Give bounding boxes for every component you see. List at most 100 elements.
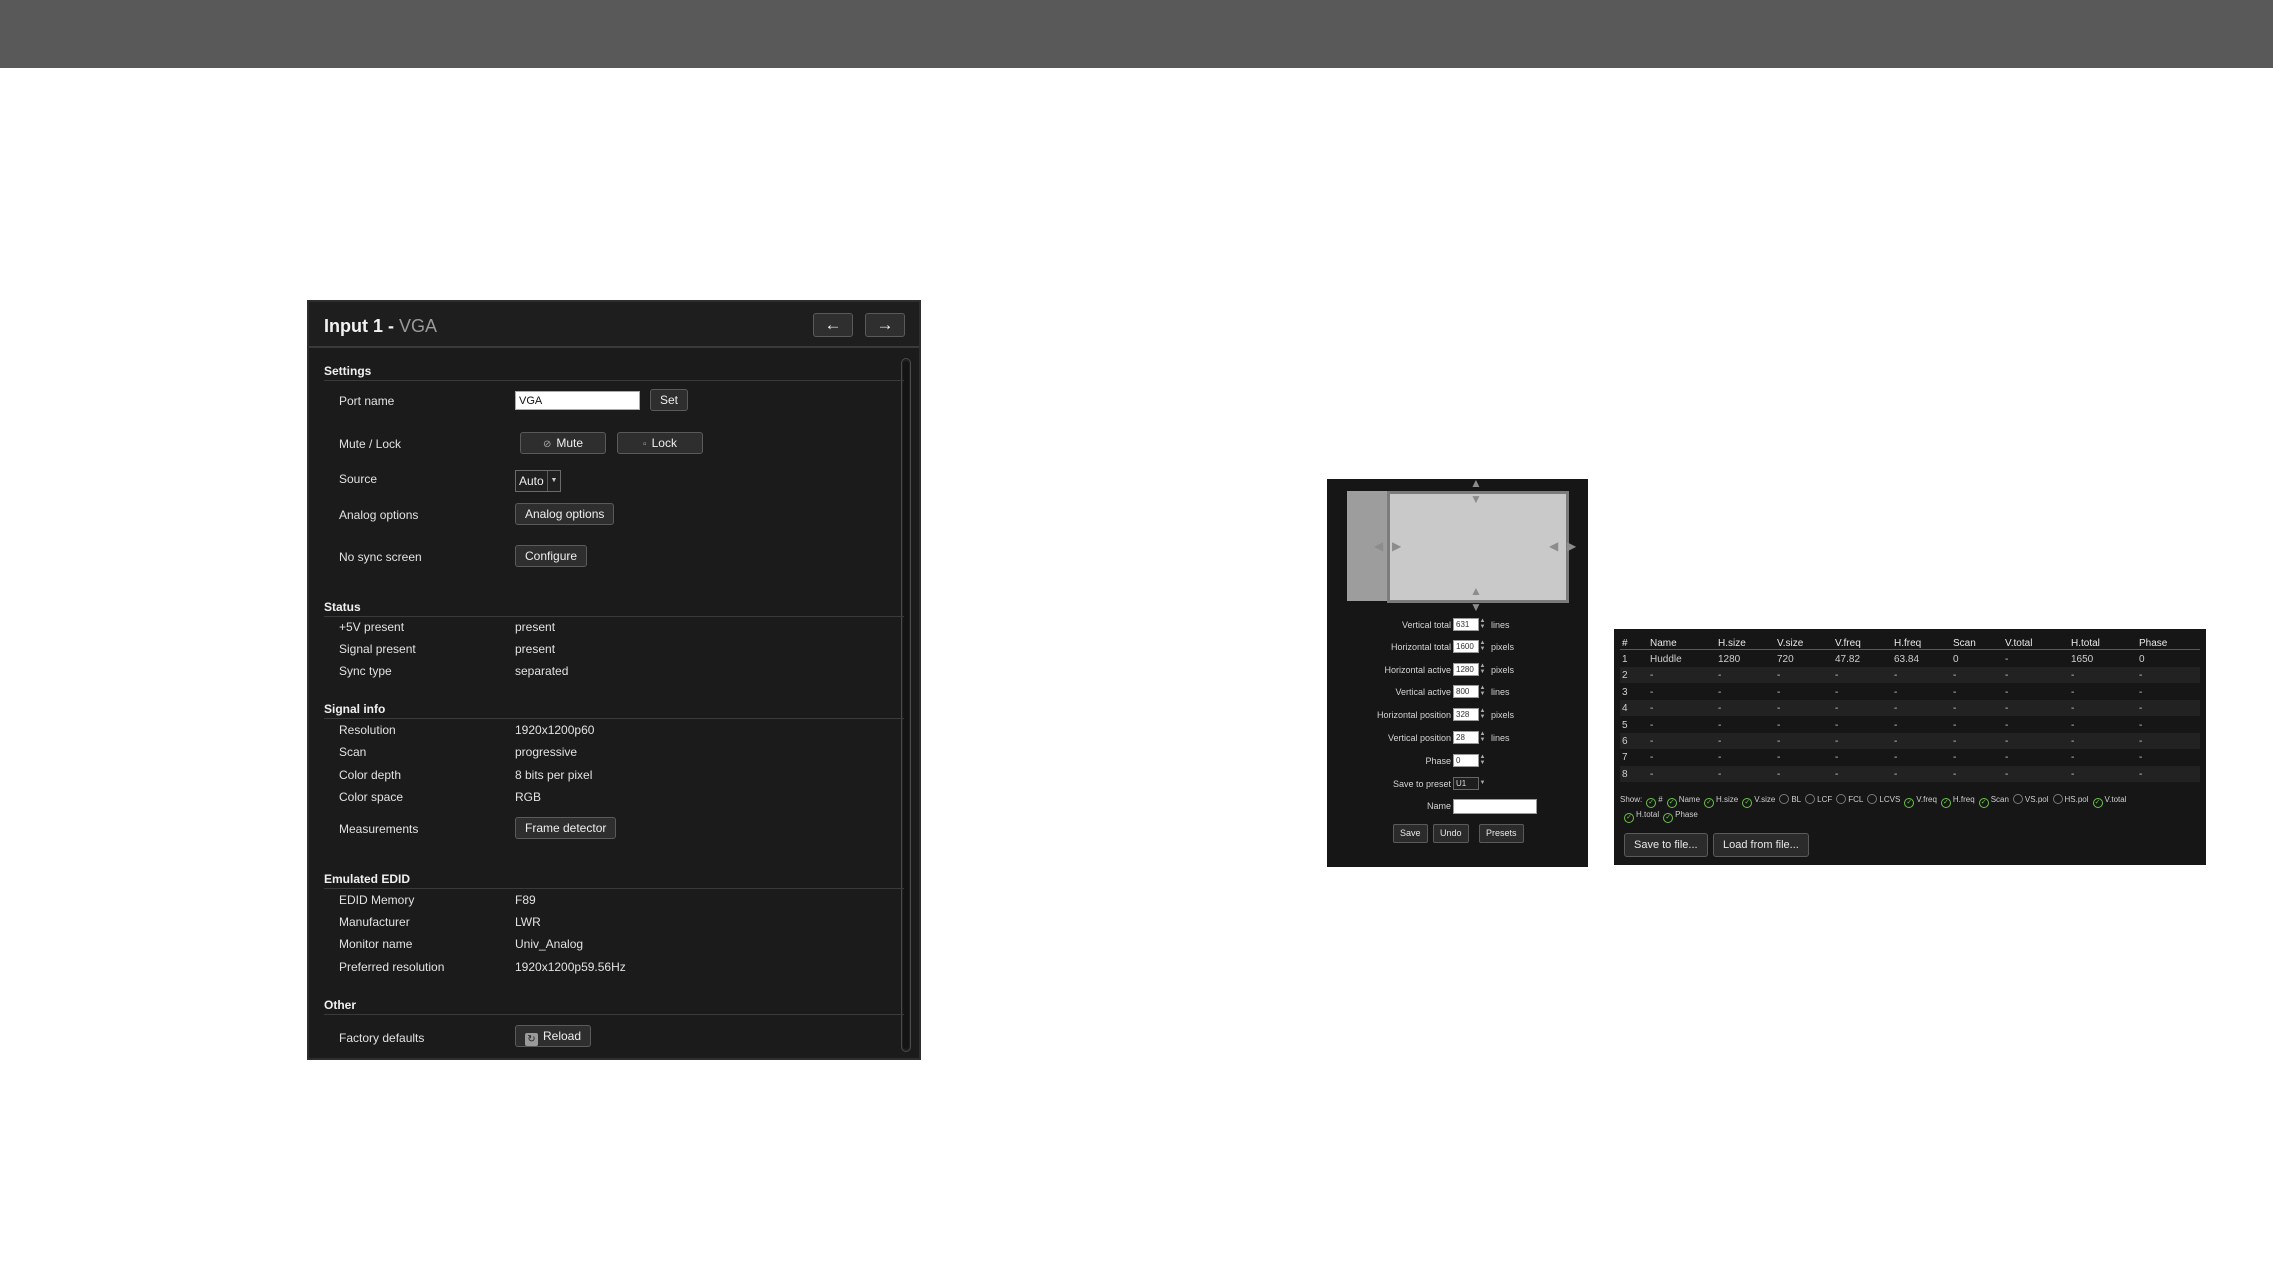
table-cell: - (2139, 768, 2143, 780)
source-select[interactable]: Auto ▼ (515, 470, 561, 492)
horizontal-position-input[interactable]: 328 (1453, 708, 1479, 721)
show-column-toggle[interactable]: ✓ H.total (1620, 810, 1659, 823)
scrollbar-thumb[interactable] (903, 361, 909, 1049)
check-circle-icon[interactable]: ✓ (1646, 798, 1657, 808)
empty-circle-icon[interactable] (2012, 794, 2023, 804)
horizontal-active-input[interactable]: 1280 (1453, 663, 1479, 676)
show-column-toggle[interactable]: FCL (1832, 794, 1863, 804)
check-circle-icon[interactable]: ✓ (2092, 798, 2103, 808)
check-circle-icon[interactable]: ✓ (1940, 798, 1951, 808)
show-column-label: V.total (2104, 795, 2127, 804)
show-column-toggle[interactable]: VS.pol (2009, 794, 2049, 804)
next-port-button[interactable]: → (865, 313, 905, 337)
empty-circle-icon[interactable] (1779, 794, 1790, 804)
spinner-arrows-icon[interactable]: ▲ ▼ (1479, 685, 1486, 698)
check-circle-icon[interactable]: ✓ (1904, 798, 1915, 808)
reload-button[interactable]: ↻ Reload (515, 1025, 592, 1047)
check-circle-icon[interactable]: ✓ (1663, 813, 1674, 823)
empty-circle-icon[interactable] (1836, 794, 1847, 804)
arrow-up-icon[interactable]: ▲ (1470, 477, 1482, 489)
arrow-right-icon[interactable]: ▶ (1567, 540, 1576, 552)
show-column-toggle[interactable]: ✓ V.total (2089, 795, 2127, 808)
vertical-position-input[interactable]: 28 (1453, 731, 1479, 744)
arrow-down-icon[interactable]: ▼ (1470, 493, 1482, 505)
lock-button-label: Lock (651, 436, 677, 450)
table-row[interactable]: 1 Huddle 1280 720 47.82 63.84 0 - 1650 0 (1620, 651, 2200, 667)
show-column-toggle[interactable]: LCF (1801, 794, 1832, 804)
preset-select[interactable]: U1 (1453, 777, 1479, 790)
check-circle-icon[interactable]: ✓ (1624, 813, 1634, 823)
column-header: V.freq (1835, 638, 1861, 649)
table-row[interactable]: 5 - - - - - - - - - (1620, 717, 2200, 733)
section-divider (324, 888, 904, 889)
check-circle-icon[interactable]: ✓ (1704, 798, 1715, 808)
table-row[interactable]: 3 - - - - - - - - - (1620, 684, 2200, 700)
show-column-toggle[interactable]: ✓ V.size (1738, 795, 1775, 808)
previous-port-button[interactable]: ← (813, 313, 853, 337)
section-divider (324, 718, 904, 719)
save-button[interactable]: Save (1393, 824, 1428, 843)
spinner-arrows-icon[interactable]: ▲ ▼ (1479, 663, 1486, 676)
table-cell: - (1894, 686, 1898, 698)
show-column-toggle[interactable]: ✓ V.freq (1900, 795, 1937, 808)
analog-options-button[interactable]: Analog options (515, 503, 615, 525)
preset-name-input[interactable] (1453, 799, 1537, 814)
empty-circle-icon[interactable] (1867, 794, 1878, 804)
arrow-up-icon[interactable]: ▲ (1470, 585, 1482, 597)
spinner-arrows-icon[interactable]: ▲ ▼ (1479, 618, 1486, 631)
table-cell: - (1835, 736, 1839, 747)
show-column-toggle[interactable]: BL (1775, 794, 1801, 804)
check-circle-icon[interactable]: ✓ (1742, 798, 1753, 808)
arrow-left-icon[interactable]: ◀ (1549, 540, 1558, 552)
show-column-toggle[interactable]: ✓ # (1642, 795, 1663, 808)
table-row[interactable]: 7 - - - - - - - - - (1620, 749, 2200, 765)
show-column-toggle[interactable]: ✓ H.freq (1937, 795, 1975, 808)
vertical-active-input[interactable]: 800 (1453, 685, 1479, 698)
vertical-total-input[interactable]: 631 (1453, 618, 1479, 631)
spinner-arrows-icon[interactable]: ▲ ▼ (1479, 640, 1486, 653)
arrow-left-icon: ← (824, 315, 842, 334)
table-cell: - (1835, 703, 1839, 715)
check-circle-icon[interactable]: ✓ (1978, 798, 1989, 808)
show-column-toggle[interactable]: ✓ Name (1663, 795, 1700, 808)
table-cell: - (1650, 719, 1654, 731)
vertical-scrollbar[interactable] (901, 358, 911, 1052)
edid-row-value: F89 (515, 893, 536, 907)
table-cell: 6 (1622, 736, 1628, 747)
column-header: Name (1650, 638, 1677, 649)
empty-circle-icon[interactable] (1805, 794, 1816, 804)
table-row[interactable]: 2 - - - - - - - - - (1620, 667, 2200, 684)
table-row[interactable]: 8 - - - - - - - - - (1620, 765, 2200, 782)
arrow-down-icon[interactable]: ▼ (1470, 601, 1482, 613)
table-cell: - (1953, 686, 1957, 698)
save-to-file-button[interactable]: Save to file... (1624, 833, 1708, 857)
port-name-input[interactable] (515, 391, 640, 410)
show-column-toggle[interactable]: ✓ H.size (1700, 795, 1738, 808)
spinner-arrows-icon[interactable]: ▲ ▼ (1479, 731, 1486, 744)
set-port-name-button[interactable]: Set (650, 389, 689, 411)
lock-button[interactable]: ▫ Lock (617, 432, 703, 454)
table-cell: 5 (1622, 719, 1628, 731)
spinner-arrows-icon[interactable]: ▲ ▼ (1479, 754, 1486, 767)
arrow-left-icon[interactable]: ◀ (1374, 540, 1383, 552)
configure-button[interactable]: Configure (515, 545, 588, 567)
horizontal-total-input[interactable]: 1600 (1453, 640, 1479, 653)
frame-detector-button[interactable]: Frame detector (515, 817, 617, 839)
phase-input[interactable]: 0 (1453, 754, 1479, 767)
show-column-toggle[interactable]: ✓ Scan (1975, 795, 2009, 808)
table-row[interactable]: 4 - - - - - - - - - (1620, 700, 2200, 717)
check-circle-icon[interactable]: ✓ (1666, 798, 1677, 808)
show-column-toggle[interactable]: LCVS (1863, 794, 1900, 804)
empty-circle-icon[interactable] (2052, 794, 2063, 804)
show-column-toggle[interactable]: HS.pol (2049, 794, 2089, 804)
chevron-down-icon[interactable]: ▼ (1479, 777, 1486, 790)
signal-info-label: Color space (339, 790, 404, 804)
mute-button[interactable]: ⊘ Mute (520, 432, 606, 454)
show-column-toggle[interactable]: ✓ Phase (1659, 810, 1698, 823)
spinner-arrows-icon[interactable]: ▲ ▼ (1479, 708, 1486, 721)
table-row[interactable]: 6 - - - - - - - - - (1620, 733, 2200, 749)
arrow-right-icon[interactable]: ▶ (1392, 540, 1401, 552)
presets-button[interactable]: Presets (1479, 824, 1524, 843)
undo-button[interactable]: Undo (1433, 824, 1469, 843)
load-from-file-button[interactable]: Load from file... (1713, 833, 1809, 857)
